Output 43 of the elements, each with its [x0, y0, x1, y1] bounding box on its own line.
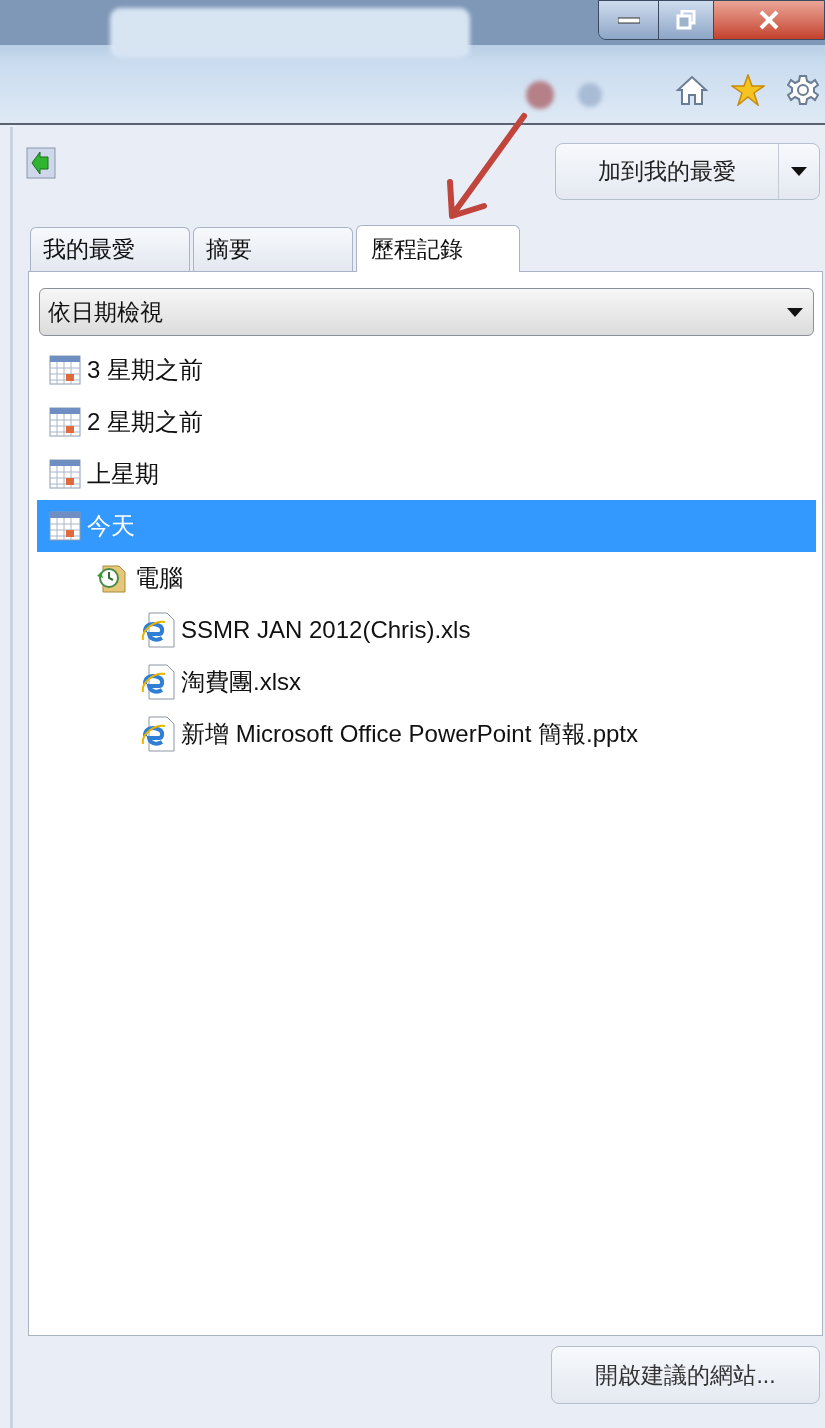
item-label: 2 星期之前: [87, 407, 203, 437]
caret-icon: [791, 167, 807, 176]
item-label: 3 星期之前: [87, 355, 203, 385]
close-button[interactable]: [714, 1, 824, 39]
add-favorites-button-label[interactable]: 加到我的最愛: [556, 144, 779, 199]
home-icon[interactable]: [675, 74, 709, 106]
item-label: 新增 Microsoft Office PowerPoint 簡報.pptx: [181, 719, 639, 749]
tab[interactable]: 摘要: [193, 227, 353, 271]
web-page-icon: [141, 664, 175, 700]
calendar-icon: [49, 407, 81, 437]
tab[interactable]: 我的最愛: [30, 227, 190, 271]
tree-item[interactable]: 上星期: [37, 448, 816, 500]
minimize-icon: [617, 16, 640, 24]
restore-button[interactable]: [659, 1, 714, 39]
close-icon: [758, 10, 780, 30]
calendar-icon: [49, 355, 81, 385]
item-label: SSMR JAN 2012(Chris).xls: [181, 615, 471, 645]
caret-icon: [787, 307, 803, 317]
open-suggested-sites-button[interactable]: 開啟建議的網站...: [551, 1346, 820, 1404]
calendar-icon: [49, 459, 81, 489]
web-page-icon: [141, 612, 175, 648]
web-page-icon: [141, 716, 175, 752]
minimize-button[interactable]: [599, 1, 659, 39]
item-label: 電腦: [135, 563, 183, 593]
star-icon[interactable]: [731, 74, 765, 106]
item-label: 淘費團.xlsx: [181, 667, 301, 697]
tab[interactable]: 歷程記錄: [356, 225, 520, 272]
add-favorites-button[interactable]: 加到我的最愛: [555, 143, 820, 200]
tree-item[interactable]: 淘費團.xlsx: [37, 656, 816, 708]
tree-item[interactable]: SSMR JAN 2012(Chris).xls: [37, 604, 816, 656]
blurred-toolbar-icon[interactable]: [526, 81, 554, 109]
view-dropdown[interactable]: 依日期檢視: [39, 288, 814, 336]
tree-item[interactable]: 電腦: [37, 552, 816, 604]
restore-icon: [676, 10, 696, 30]
tree-item[interactable]: 3 星期之前: [37, 344, 816, 396]
tree-item[interactable]: 2 星期之前: [37, 396, 816, 448]
history-folder-icon: [95, 562, 129, 594]
item-label: 上星期: [87, 459, 159, 489]
item-label: 今天: [87, 511, 135, 541]
settings-icon[interactable]: [787, 74, 819, 106]
dropdown-value: 依日期檢視: [48, 297, 163, 327]
calendar-icon: [49, 511, 81, 541]
tree-item[interactable]: 新增 Microsoft Office PowerPoint 簡報.pptx: [37, 708, 816, 760]
